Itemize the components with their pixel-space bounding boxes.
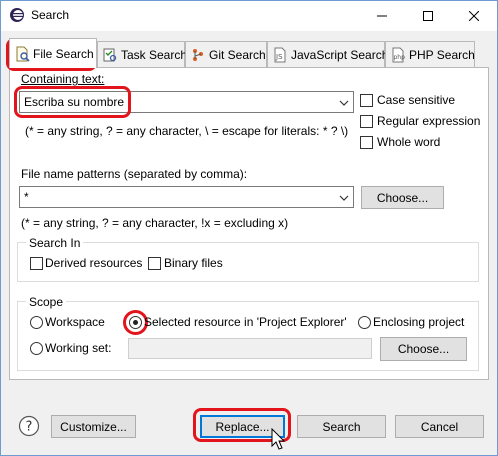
customize-button[interactable]: Customize... (51, 415, 136, 438)
containing-text-hint: (* = any string, ? = any character, \ = … (25, 124, 349, 138)
tab-task-search[interactable]: Task Search (97, 41, 188, 67)
mouse-cursor-icon (271, 428, 286, 450)
tab-label: Task Search (121, 47, 188, 62)
working-set-label: Working set: (45, 341, 112, 355)
case-sensitive-label: Case sensitive (377, 93, 456, 107)
choose-working-set-label: Choose... (397, 342, 450, 356)
php-search-icon: php (392, 47, 406, 62)
search-label: Search (322, 419, 361, 434)
tab-label: PHP Search (409, 47, 475, 62)
task-search-icon (103, 48, 117, 61)
workspace-label: Workspace (45, 315, 105, 329)
javascript-search-icon: JS (274, 47, 286, 62)
close-button[interactable] (451, 1, 497, 31)
selected-resource-label: Selected resource in 'Project Explorer' (144, 315, 347, 329)
chevron-down-icon[interactable] (337, 191, 351, 205)
minimize-icon (377, 15, 387, 17)
minimize-button[interactable] (359, 1, 405, 31)
enclosing-project-radio[interactable] (358, 316, 371, 329)
derived-resources-checkbox[interactable] (30, 257, 43, 270)
working-set-radio[interactable] (30, 342, 43, 355)
binary-files-label: Binary files (164, 256, 223, 270)
choose-patterns-label: Choose... (376, 190, 429, 205)
file-patterns-label: File name patterns (separated by comma): (21, 167, 248, 181)
workspace-radio[interactable] (30, 316, 43, 329)
maximize-icon (423, 11, 433, 21)
containing-text-combo[interactable]: Escriba su nombre (19, 91, 354, 113)
file-search-icon (16, 46, 30, 62)
window-title: Search (31, 8, 70, 22)
working-set-field[interactable] (128, 338, 372, 359)
containing-text-value: Escriba su nombre (24, 95, 125, 109)
scope-title: Scope (26, 295, 67, 309)
file-patterns-combo[interactable]: * (19, 186, 354, 208)
svg-text:?: ? (26, 420, 33, 435)
cancel-button[interactable]: Cancel (395, 415, 484, 438)
choose-working-set-button[interactable]: Choose... (380, 337, 467, 361)
tab-file-search[interactable]: File Search (9, 38, 97, 68)
replace-label: Replace... (215, 419, 270, 434)
regex-label: Regular expression (377, 114, 481, 128)
binary-files-checkbox[interactable] (148, 257, 161, 270)
eclipse-icon (10, 8, 24, 22)
choose-patterns-button[interactable]: Choose... (361, 186, 444, 209)
case-sensitive-checkbox[interactable] (360, 94, 373, 107)
help-icon[interactable]: ? (18, 415, 40, 437)
regex-checkbox[interactable] (360, 115, 373, 128)
file-patterns-hint: (* = any string, ? = any character, !x =… (21, 216, 289, 230)
whole-word-label: Whole word (377, 135, 441, 149)
chevron-down-icon[interactable] (337, 96, 351, 110)
svg-text:php: php (394, 54, 406, 61)
customize-label: Customize... (60, 419, 127, 434)
close-icon (469, 11, 479, 21)
derived-resources-label: Derived resources (45, 256, 143, 270)
search-in-title: Search In (26, 236, 84, 250)
maximize-button[interactable] (405, 1, 451, 31)
enclosing-project-label: Enclosing project (373, 315, 465, 329)
tab-php-search[interactable]: php PHP Search (385, 41, 475, 67)
containing-text-label: Containing text: (21, 72, 105, 86)
svg-text:JS: JS (275, 53, 283, 61)
whole-word-checkbox[interactable] (360, 136, 373, 149)
tab-git-search[interactable]: Git Search (185, 41, 267, 67)
git-search-icon (193, 48, 203, 61)
tab-label: JavaScript Search (291, 47, 389, 62)
selected-resource-radio[interactable] (129, 316, 142, 329)
tab-javascript-search[interactable]: JS JavaScript Search (267, 41, 389, 67)
file-patterns-value: * (24, 190, 29, 204)
tab-label: Git Search (209, 47, 266, 62)
tab-label: File Search (33, 46, 94, 61)
cancel-label: Cancel (420, 419, 459, 434)
search-button[interactable]: Search (297, 415, 386, 438)
